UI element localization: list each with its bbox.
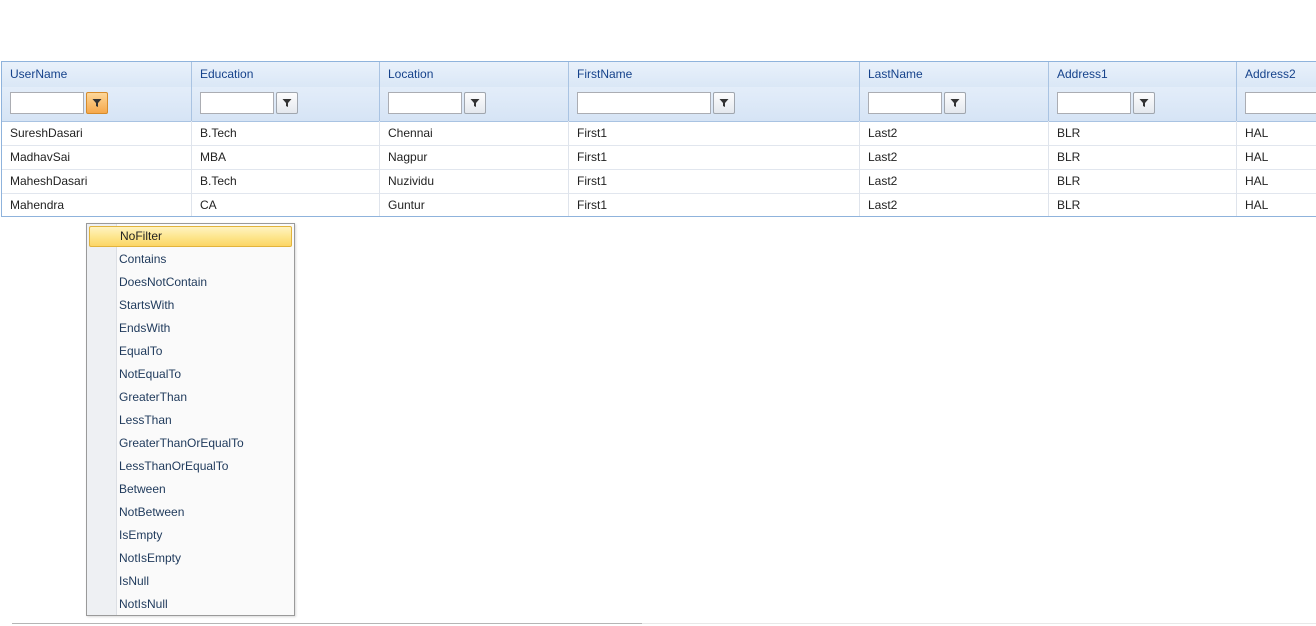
- cell-education: B.Tech: [192, 169, 380, 193]
- funnel-icon: [1139, 99, 1149, 107]
- cell-lastname: Last2: [860, 145, 1049, 169]
- cell-username: MaheshDasari: [2, 169, 192, 193]
- filter-cell-address2: [1237, 87, 1316, 121]
- filter-button-address1[interactable]: [1133, 92, 1155, 114]
- cell-address1: BLR: [1049, 121, 1237, 145]
- cell-education: B.Tech: [192, 121, 380, 145]
- column-header-username[interactable]: UserName: [2, 62, 192, 87]
- funnel-icon: [92, 99, 102, 107]
- cell-address2: HAL: [1237, 169, 1316, 193]
- table-row[interactable]: Mahendra CA Guntur First1 Last2 BLR HAL: [2, 193, 1316, 216]
- table-row[interactable]: MaheshDasari B.Tech Nuzividu First1 Last…: [2, 169, 1316, 194]
- filter-cell-address1: [1049, 87, 1237, 121]
- filter-operator-menu: NoFilter Contains DoesNotContain StartsW…: [86, 223, 295, 616]
- grid-header-row: UserName Education Location FirstName La…: [2, 62, 1316, 88]
- menu-item-notbetween[interactable]: NotBetween: [89, 502, 292, 523]
- funnel-icon: [950, 99, 960, 107]
- filter-input-address2[interactable]: [1245, 92, 1316, 114]
- cell-address2: HAL: [1237, 193, 1316, 216]
- menu-item-isnull[interactable]: IsNull: [89, 571, 292, 592]
- funnel-icon: [470, 99, 480, 107]
- menu-item-nofilter[interactable]: NoFilter: [89, 226, 292, 247]
- filter-cell-lastname: [860, 87, 1049, 121]
- column-header-location[interactable]: Location: [380, 62, 569, 87]
- cell-location: Nagpur: [380, 145, 569, 169]
- column-header-education[interactable]: Education: [192, 62, 380, 87]
- cell-username: SureshDasari: [2, 121, 192, 145]
- filter-input-firstname[interactable]: [577, 92, 711, 114]
- menu-item-lessthanorequalto[interactable]: LessThanOrEqualTo: [89, 456, 292, 477]
- filter-button-firstname[interactable]: [713, 92, 735, 114]
- cell-lastname: Last2: [860, 193, 1049, 216]
- cell-username: Mahendra: [2, 193, 192, 216]
- cell-firstname: First1: [569, 145, 860, 169]
- cell-address2: HAL: [1237, 121, 1316, 145]
- column-header-firstname[interactable]: FirstName: [569, 62, 860, 87]
- cell-lastname: Last2: [860, 169, 1049, 193]
- filter-cell-username: [2, 87, 192, 121]
- cell-education: CA: [192, 193, 380, 216]
- table-row[interactable]: SureshDasari B.Tech Chennai First1 Last2…: [2, 121, 1316, 146]
- cell-address1: BLR: [1049, 145, 1237, 169]
- cell-address1: BLR: [1049, 193, 1237, 216]
- filter-button-username[interactable]: [86, 92, 108, 114]
- filter-cell-firstname: [569, 87, 860, 121]
- column-header-address2[interactable]: Address2: [1237, 62, 1316, 87]
- filter-input-location[interactable]: [388, 92, 462, 114]
- users-grid: UserName Education Location FirstName La…: [1, 61, 1316, 217]
- cell-firstname: First1: [569, 193, 860, 216]
- menu-item-endswith[interactable]: EndsWith: [89, 318, 292, 339]
- filter-button-lastname[interactable]: [944, 92, 966, 114]
- menu-item-startswith[interactable]: StartsWith: [89, 295, 292, 316]
- menu-item-notequalto[interactable]: NotEqualTo: [89, 364, 292, 385]
- column-header-address1[interactable]: Address1: [1049, 62, 1237, 87]
- cell-address1: BLR: [1049, 169, 1237, 193]
- table-row[interactable]: MadhavSai MBA Nagpur First1 Last2 BLR HA…: [2, 145, 1316, 170]
- cell-lastname: Last2: [860, 121, 1049, 145]
- filter-input-education[interactable]: [200, 92, 274, 114]
- cell-username: MadhavSai: [2, 145, 192, 169]
- funnel-icon: [282, 99, 292, 107]
- menu-item-greaterthan[interactable]: GreaterThan: [89, 387, 292, 408]
- column-header-lastname[interactable]: LastName: [860, 62, 1049, 87]
- filter-input-lastname[interactable]: [868, 92, 942, 114]
- cell-location: Chennai: [380, 121, 569, 145]
- menu-item-isempty[interactable]: IsEmpty: [89, 525, 292, 546]
- cell-location: Guntur: [380, 193, 569, 216]
- cell-education: MBA: [192, 145, 380, 169]
- menu-item-notisnull[interactable]: NotIsNull: [89, 594, 292, 615]
- cell-firstname: First1: [569, 121, 860, 145]
- bottom-divider-right: [642, 623, 1316, 624]
- filter-input-username[interactable]: [10, 92, 84, 114]
- filter-button-location[interactable]: [464, 92, 486, 114]
- menu-item-greaterthanorequalto[interactable]: GreaterThanOrEqualTo: [89, 433, 292, 454]
- menu-item-contains[interactable]: Contains: [89, 249, 292, 270]
- cell-firstname: First1: [569, 169, 860, 193]
- grid-filter-row: [2, 87, 1316, 122]
- cell-address2: HAL: [1237, 145, 1316, 169]
- funnel-icon: [719, 99, 729, 107]
- menu-item-notisempty[interactable]: NotIsEmpty: [89, 548, 292, 569]
- filter-cell-education: [192, 87, 380, 121]
- filter-cell-location: [380, 87, 569, 121]
- filter-button-education[interactable]: [276, 92, 298, 114]
- menu-item-equalto[interactable]: EqualTo: [89, 341, 292, 362]
- menu-item-lessthan[interactable]: LessThan: [89, 410, 292, 431]
- bottom-divider: [12, 623, 642, 624]
- menu-item-doesnotcontain[interactable]: DoesNotContain: [89, 272, 292, 293]
- menu-item-between[interactable]: Between: [89, 479, 292, 500]
- filter-input-address1[interactable]: [1057, 92, 1131, 114]
- cell-location: Nuzividu: [380, 169, 569, 193]
